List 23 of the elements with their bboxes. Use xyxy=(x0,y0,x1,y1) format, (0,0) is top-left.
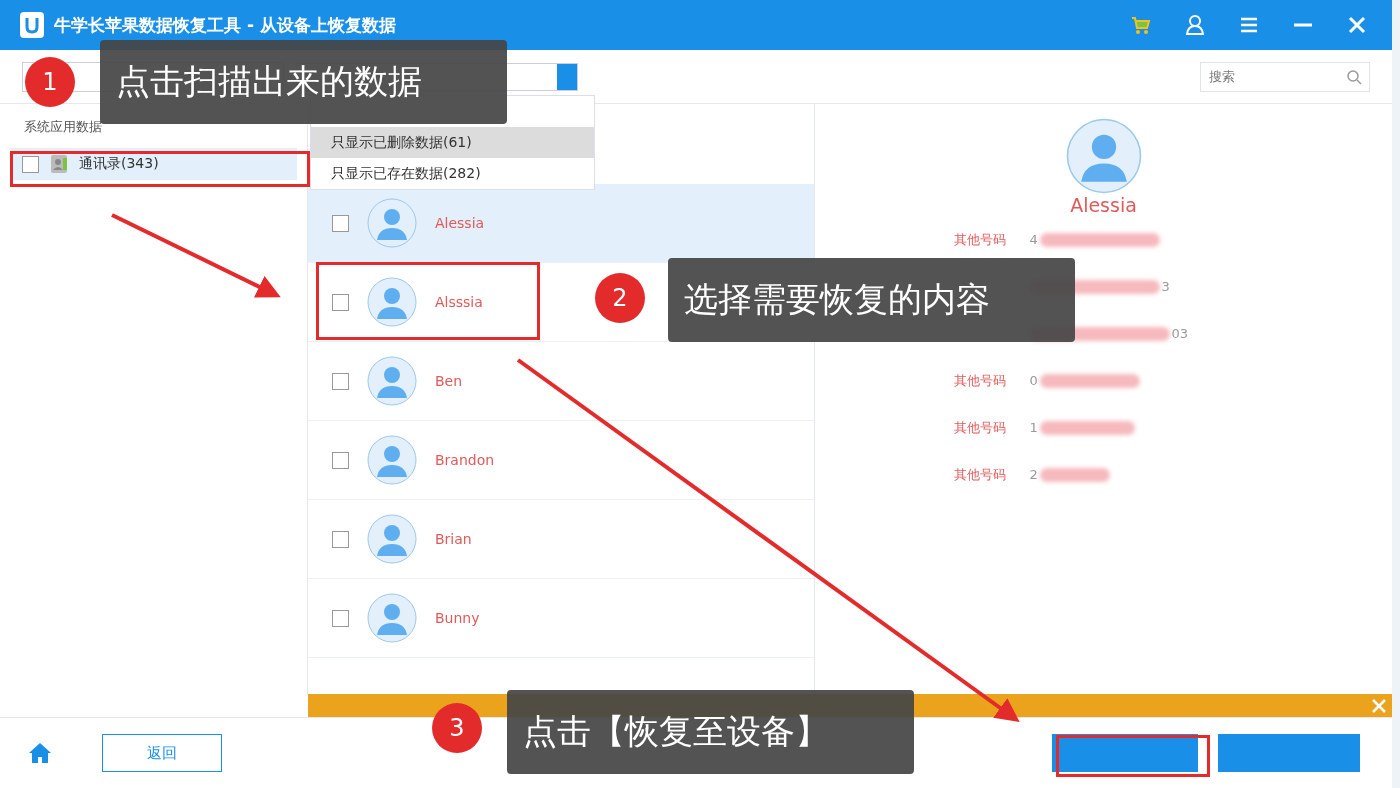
contact-name: Brandon xyxy=(435,452,495,468)
step-tooltip: 点击【恢复至设备】 xyxy=(507,690,914,774)
field-label: 其他号码 xyxy=(953,465,1007,484)
contact-name: Brian xyxy=(435,531,472,547)
section-heading: 系统应用数据 xyxy=(24,118,103,136)
contact-name: Alsssia xyxy=(435,294,483,310)
field-label: 其他号码 xyxy=(953,418,1007,437)
field-label: 其他号码 xyxy=(953,230,1007,249)
contact-detail-name: Alessia xyxy=(1070,194,1137,216)
field-value: 2 xyxy=(1029,467,1038,482)
contact-name: Alessia xyxy=(435,215,485,231)
field-value: 03 xyxy=(1171,326,1189,341)
contact-name: Bunny xyxy=(435,610,480,626)
field-value: 0 xyxy=(1029,373,1038,388)
field-value: 1 xyxy=(1029,420,1038,435)
field-value: 3 xyxy=(1161,279,1170,294)
window-title: 牛学长苹果数据恢复工具 - 从设备上恢复数据 xyxy=(54,13,397,37)
step-tooltip: 点击扫描出来的数据 xyxy=(100,40,507,124)
step-tooltip: 选择需要恢复的内容 xyxy=(668,258,1075,342)
field-label: 其他号码 xyxy=(953,371,1007,390)
sidebar-label: 通讯录(343) xyxy=(79,155,159,173)
contact-name: Ben xyxy=(435,373,463,389)
field-value: 4 xyxy=(1029,232,1038,247)
